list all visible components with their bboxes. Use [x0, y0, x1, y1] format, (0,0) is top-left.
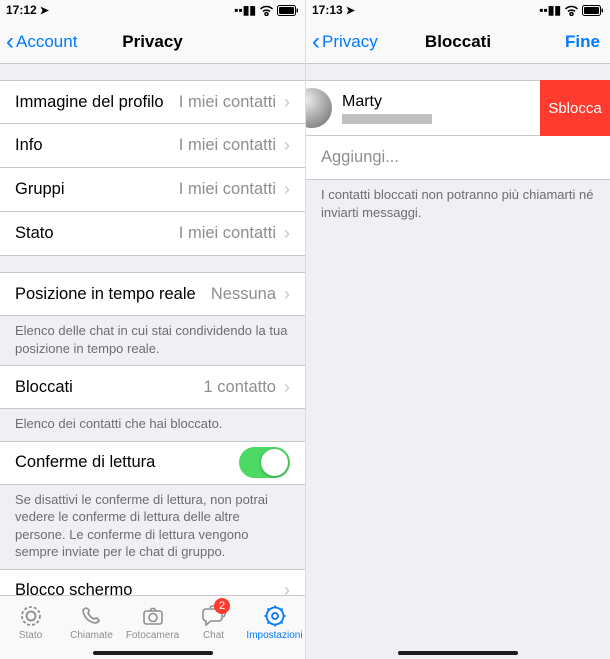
cell-label: Posizione in tempo reale	[15, 285, 211, 304]
home-indicator[interactable]	[306, 647, 610, 659]
location-icon: ➤	[40, 4, 49, 17]
cell-label: Bloccati	[15, 378, 204, 397]
location-icon: ➤	[346, 4, 355, 17]
tab-status[interactable]: Stato	[0, 596, 61, 647]
cell-value: I miei contatti	[179, 224, 276, 243]
cell-label: Immagine del profilo	[15, 93, 179, 112]
chevron-left-icon: ‹	[312, 30, 320, 54]
chevron-right-icon: ›	[284, 179, 290, 200]
back-label: Account	[16, 32, 77, 52]
row-blocked[interactable]: Bloccati 1 contatto ›	[0, 365, 305, 409]
gear-icon	[262, 603, 288, 629]
cell-label: Info	[15, 136, 179, 155]
tab-calls[interactable]: Chiamate	[61, 596, 122, 647]
blocked-contact-row[interactable]: Marty Sblocca	[306, 80, 610, 136]
chevron-left-icon: ‹	[6, 30, 14, 54]
nav-bar: ‹ Account Privacy	[0, 20, 305, 64]
chevron-right-icon: ›	[284, 580, 290, 595]
read-receipts-switch[interactable]	[239, 447, 290, 478]
cell-label: Conferme di lettura	[15, 453, 239, 472]
unblock-button[interactable]: Sblocca	[540, 80, 610, 136]
tab-label: Chiamate	[70, 630, 113, 641]
screen-privacy: 17:12 ➤ ▪▪▮▮ ‹ Account Privacy Immagine …	[0, 0, 305, 659]
tab-camera[interactable]: Fotocamera	[122, 596, 183, 647]
tab-label: Fotocamera	[126, 630, 179, 641]
wifi-icon	[259, 5, 274, 16]
status-time: 17:12	[6, 3, 37, 17]
cell-value: I miei contatti	[179, 180, 276, 199]
cell-value: I miei contatti	[179, 93, 276, 112]
screen-blocked: 17:13 ➤ ▪▪▮▮ ‹ Privacy Bloccati Fine Mar…	[305, 0, 610, 659]
battery-icon	[582, 5, 604, 16]
back-label: Privacy	[322, 32, 378, 52]
status-bar: 17:12 ➤ ▪▪▮▮	[0, 0, 305, 20]
tab-label: Chat	[203, 630, 224, 641]
cell-label: Blocco schermo	[15, 581, 284, 595]
blocked-footer: I contatti bloccati non potranno più chi…	[306, 180, 610, 229]
row-groups[interactable]: Gruppi I miei contatti ›	[0, 168, 305, 212]
status-time: 17:13	[312, 3, 343, 17]
footer-live-location: Elenco delle chat in cui stai condividen…	[0, 316, 305, 365]
contact-subtitle-redacted	[342, 114, 432, 124]
home-indicator[interactable]	[0, 647, 305, 659]
camera-icon	[140, 603, 166, 629]
chevron-right-icon: ›	[284, 284, 290, 305]
status-bar: 17:13 ➤ ▪▪▮▮	[306, 0, 610, 20]
back-button[interactable]: ‹ Account	[0, 30, 77, 54]
row-live-location[interactable]: Posizione in tempo reale Nessuna ›	[0, 272, 305, 316]
blocked-content: Marty Sblocca Aggiungi... I contatti blo…	[306, 64, 610, 647]
tab-label: Impostazioni	[246, 630, 302, 641]
back-button[interactable]: ‹ Privacy	[306, 30, 378, 54]
cell-value: I miei contatti	[179, 136, 276, 155]
contact-name: Marty	[342, 93, 540, 111]
footer-read-receipts: Se disattivi le conferme di lettura, non…	[0, 485, 305, 569]
battery-icon	[277, 5, 299, 16]
row-status[interactable]: Stato I miei contatti ›	[0, 212, 305, 256]
tab-label: Stato	[19, 630, 42, 641]
footer-blocked: Elenco dei contatti che hai bloccato.	[0, 409, 305, 441]
row-profile-image[interactable]: Immagine del profilo I miei contatti ›	[0, 80, 305, 124]
tab-settings[interactable]: Impostazioni	[244, 596, 305, 647]
avatar	[306, 88, 332, 128]
cell-value: Nessuna	[211, 285, 276, 304]
signal-icon: ▪▪▮▮	[539, 3, 561, 17]
row-info[interactable]: Info I miei contatti ›	[0, 124, 305, 168]
done-button[interactable]: Fine	[565, 32, 600, 52]
chevron-right-icon: ›	[284, 135, 290, 156]
nav-bar: ‹ Privacy Bloccati Fine	[306, 20, 610, 64]
chevron-right-icon: ›	[284, 377, 290, 398]
phone-icon	[79, 603, 105, 629]
signal-icon: ▪▪▮▮	[234, 3, 256, 17]
chevron-right-icon: ›	[284, 223, 290, 244]
add-contact-row[interactable]: Aggiungi...	[306, 136, 610, 180]
wifi-icon	[564, 5, 579, 16]
tab-bar: Stato Chiamate Fotocamera 2 Chat Imposta…	[0, 595, 305, 647]
cell-value: 1 contatto	[204, 378, 276, 397]
tab-chat[interactable]: 2 Chat	[183, 596, 244, 647]
row-screen-lock[interactable]: Blocco schermo ›	[0, 569, 305, 595]
chevron-right-icon: ›	[284, 92, 290, 113]
cell-label: Stato	[15, 224, 179, 243]
row-read-receipts[interactable]: Conferme di lettura	[0, 441, 305, 485]
privacy-content: Immagine del profilo I miei contatti › I…	[0, 64, 305, 595]
chat-badge: 2	[214, 598, 230, 614]
cell-label: Gruppi	[15, 180, 179, 199]
status-icon	[18, 603, 44, 629]
